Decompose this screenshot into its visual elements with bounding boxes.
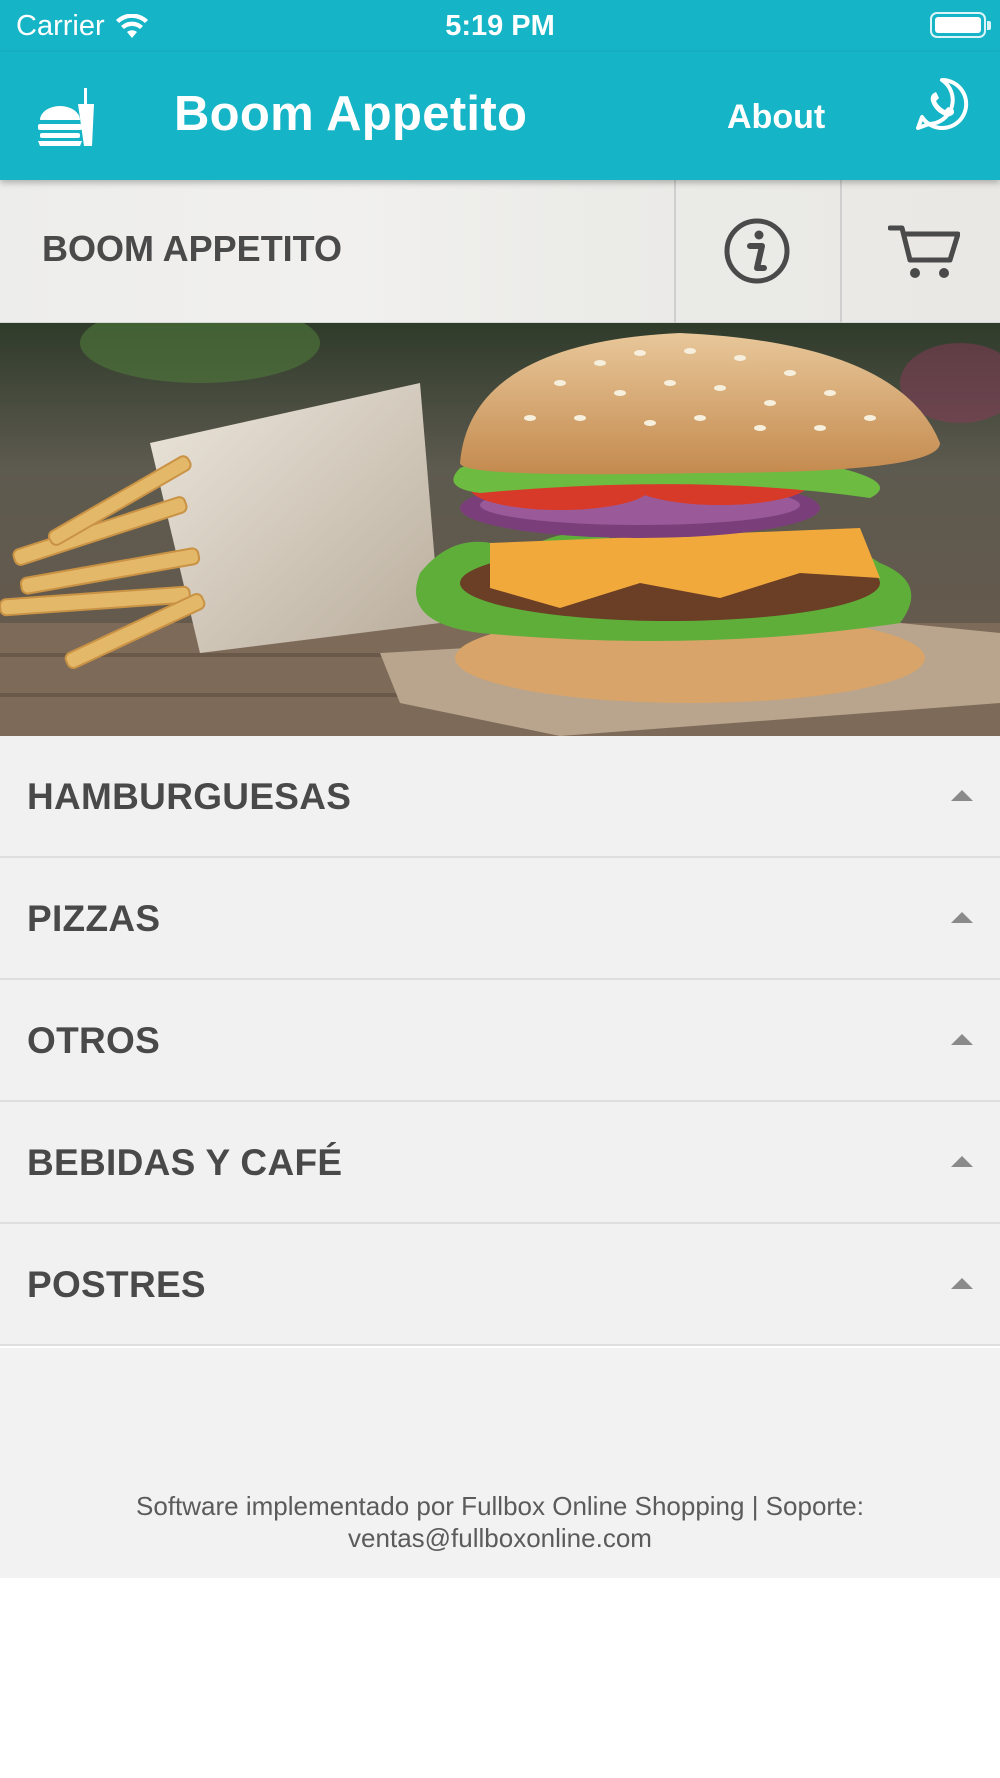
status-time: 5:19 PM: [445, 10, 555, 42]
about-link[interactable]: About: [727, 98, 825, 137]
divider: [674, 180, 676, 323]
category-label: HAMBURGUESAS: [27, 776, 352, 817]
category-bebidas-y-cafe[interactable]: BEBIDAS Y CAFÉ: [0, 1102, 1000, 1224]
footer-text: Software implementado por Fullbox Online…: [60, 1490, 940, 1554]
category-postres[interactable]: POSTRES: [0, 1224, 1000, 1346]
info-icon[interactable]: [722, 216, 792, 286]
restaurant-logo-icon[interactable]: [38, 84, 98, 148]
support-email-link[interactable]: ventas@fullboxonline.com: [60, 1522, 940, 1554]
status-bar: Carrier 5:19 PM: [0, 0, 1000, 52]
category-label: PIZZAS: [27, 898, 161, 939]
chevron-up-icon: [951, 1156, 973, 1167]
whatsapp-icon[interactable]: [914, 76, 970, 132]
cart-icon[interactable]: [888, 220, 960, 282]
category-list: HAMBURGUESAS PIZZAS OTROS BEBIDAS Y CAFÉ…: [0, 736, 1000, 1346]
category-pizzas[interactable]: PIZZAS: [0, 858, 1000, 980]
battery-nub: [987, 21, 991, 30]
store-name: BOOM APPETITO: [42, 228, 343, 269]
category-label: POSTRES: [27, 1264, 206, 1305]
category-hamburguesas[interactable]: HAMBURGUESAS: [0, 736, 1000, 858]
chevron-up-icon: [951, 912, 973, 923]
app-header: Boom Appetito About: [0, 52, 1000, 180]
chevron-up-icon: [951, 1278, 973, 1289]
battery-level: [935, 17, 981, 33]
category-label: OTROS: [27, 1020, 161, 1061]
burger-illustration: [0, 323, 1000, 736]
battery-icon: [930, 12, 991, 38]
chevron-up-icon: [951, 790, 973, 801]
footer-credit: Software implementado por Fullbox Online…: [136, 1491, 864, 1521]
category-label: BEBIDAS Y CAFÉ: [27, 1142, 343, 1183]
store-bar: BOOM APPETITO: [0, 180, 1000, 323]
divider: [840, 180, 842, 323]
category-otros[interactable]: OTROS: [0, 980, 1000, 1102]
hero-burger-image: [0, 323, 1000, 736]
chevron-up-icon: [951, 1034, 973, 1045]
app-title: Boom Appetito: [174, 87, 528, 141]
footer: Software implementado por Fullbox Online…: [0, 1348, 1000, 1578]
